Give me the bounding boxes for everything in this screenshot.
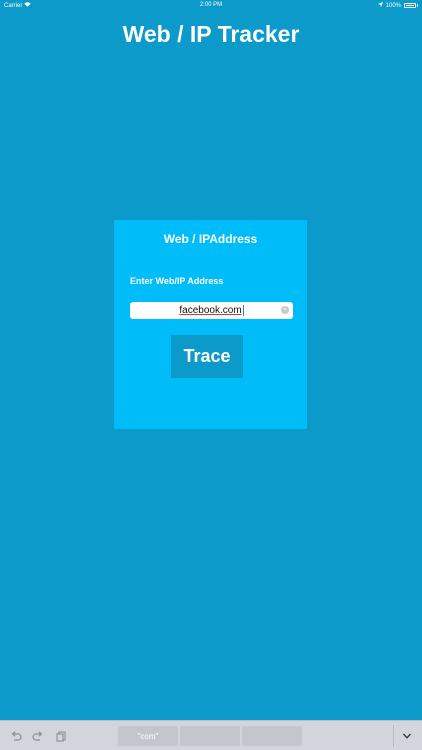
status-bar: Carrier 2:00 PM 100% — [0, 0, 422, 11]
keyboard-divider — [393, 725, 394, 747]
suggestion-item[interactable] — [180, 726, 240, 746]
text-caret — [242, 305, 244, 316]
keyboard-shortcut-bar: "com" — [0, 720, 422, 750]
undo-icon[interactable] — [9, 729, 23, 743]
clear-icon[interactable]: × — [281, 306, 289, 314]
suggestion-item[interactable]: "com" — [118, 726, 178, 746]
app-title: Web / IP Tracker — [122, 21, 300, 47]
address-field-label: Enter Web/IP Address — [130, 276, 224, 286]
trace-button[interactable]: Trace — [171, 335, 243, 378]
battery-percent: 100% — [385, 2, 401, 9]
card-title: Web / IPAddress — [163, 232, 258, 246]
status-right: 100% — [377, 2, 418, 9]
status-time: 2:00 PM — [199, 2, 223, 8]
address-input-value: facebook.com — [179, 305, 242, 316]
redo-icon[interactable] — [31, 729, 45, 743]
suggestion-item[interactable] — [242, 726, 302, 746]
paste-icon[interactable] — [54, 729, 68, 743]
battery-tip — [417, 4, 418, 7]
tracker-card: Web / IPAddress Enter Web/IP Address fac… — [114, 220, 307, 429]
location-arrow-icon — [377, 2, 383, 9]
dismiss-keyboard-chevron-icon[interactable] — [400, 729, 414, 743]
battery-icon — [404, 3, 416, 8]
address-input[interactable]: facebook.com × — [130, 302, 293, 319]
